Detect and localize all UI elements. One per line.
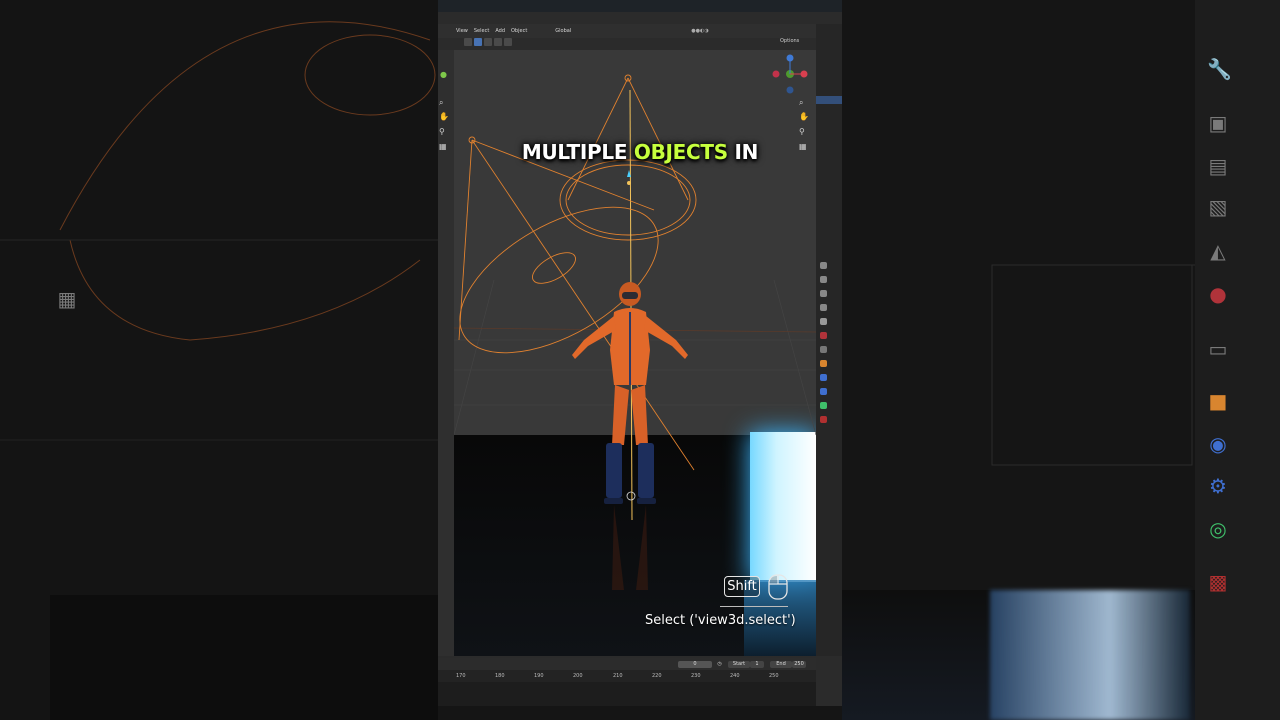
tick-label: 220 — [652, 673, 662, 679]
physics-icon: ◉ — [1209, 432, 1227, 456]
current-frame-field[interactable]: 0 — [678, 661, 712, 668]
view-layer-tab-icon[interactable] — [820, 304, 827, 311]
object-tab-icon[interactable] — [820, 360, 827, 367]
physics-tab-icon[interactable] — [820, 374, 827, 381]
mouse-left-click-icon — [768, 574, 788, 600]
object-origin-icon[interactable]: ● — [440, 70, 447, 79]
tick-label: 250 — [769, 673, 779, 679]
collection-tab-icon[interactable] — [820, 346, 827, 353]
clock-icon[interactable]: ◷ — [716, 661, 723, 668]
shift-key-badge: Shift — [724, 576, 760, 597]
zoom-icon[interactable]: ⌕ — [799, 98, 803, 107]
tick-label: 230 — [691, 673, 701, 679]
keystroke-divider — [720, 606, 788, 607]
light-tab-icon[interactable] — [820, 402, 827, 409]
menu-view[interactable]: View — [456, 28, 468, 34]
printer-icon: ▤ — [1208, 154, 1228, 178]
scene-tab-icon[interactable] — [820, 318, 827, 325]
world-tab-icon[interactable] — [820, 332, 827, 339]
light-data-icon: ◎ — [1209, 517, 1227, 541]
3d-cursor — [626, 491, 636, 501]
timeline-ruler[interactable]: 170 180 190 200 210 220 230 240 250 — [438, 670, 816, 682]
left-hand-icon[interactable]: ✋ — [439, 112, 449, 121]
render-tab-icon[interactable] — [820, 276, 827, 283]
start-label: Start — [728, 661, 750, 668]
caption-text-2: IN — [727, 140, 759, 164]
select-tool-button[interactable] — [464, 38, 472, 46]
image-icon: ▧ — [1208, 195, 1228, 219]
background-light-glow — [990, 590, 1190, 720]
operator-name: Select ('view3d.select') — [645, 613, 796, 628]
world-icon: ● — [1209, 282, 1227, 306]
caption-text-1: MULTIPLE — [521, 140, 634, 164]
object-icon: ■ — [1208, 389, 1228, 413]
constraint-icon: ⚙ — [1209, 474, 1227, 498]
mode-button-3[interactable] — [494, 38, 502, 46]
wrench-icon: 🔧 — [1207, 57, 1232, 81]
end-label: End — [770, 661, 792, 668]
menu-select[interactable]: Select — [474, 28, 489, 34]
timeline-header: 0 ◷ Start 1 End 250 — [438, 658, 816, 670]
tick-label: 190 — [534, 673, 544, 679]
tick-label: 200 — [573, 673, 583, 679]
tick-label: 210 — [613, 673, 623, 679]
end-frame-field[interactable]: 250 — [792, 661, 806, 668]
options-button[interactable]: Options — [780, 38, 799, 44]
mode-button-4[interactable] — [504, 38, 512, 46]
tool-row — [464, 38, 512, 48]
mode-button-2[interactable] — [484, 38, 492, 46]
blender-window: View Select Add Object Global ●●◐◑ Optio… — [438, 0, 842, 720]
texture-tab-icon[interactable] — [820, 416, 827, 423]
tick-label: 180 — [495, 673, 505, 679]
output-tab-icon[interactable] — [820, 290, 827, 297]
orientation-dropdown[interactable]: Global — [555, 28, 571, 34]
shading-buttons[interactable]: ●●◐◑ — [691, 28, 708, 34]
tick-label: 170 — [456, 673, 466, 679]
menu-add[interactable]: Add — [495, 28, 505, 34]
left-zoom-icon[interactable]: ⌕ — [439, 98, 443, 107]
checker-icon: ▦ — [57, 287, 77, 311]
tick-label: 240 — [730, 673, 740, 679]
video-caption: MULTIPLE OBJECTS IN — [438, 140, 842, 164]
tool-tab-icon[interactable] — [820, 262, 827, 269]
background-properties-panel: 🔧 ▣ ▤ ▧ ◭ ● ▭ ■ ◉ ⚙ ◎ ▩ — [1195, 0, 1280, 720]
top-bar — [438, 0, 842, 12]
camera-view-icon[interactable]: ⚲ — [799, 127, 805, 136]
menu-object[interactable]: Object — [511, 28, 527, 34]
constraint-tab-icon[interactable] — [820, 388, 827, 395]
outliner-selected-row[interactable] — [816, 96, 842, 104]
status-bar — [438, 706, 842, 720]
collection-icon: ▭ — [1208, 337, 1228, 361]
pan-hand-icon[interactable]: ✋ — [799, 112, 809, 121]
navigation-gizmo[interactable] — [770, 54, 810, 94]
timeline-body[interactable] — [438, 682, 816, 706]
properties-tabs — [818, 262, 828, 442]
start-frame-field[interactable]: 1 — [750, 661, 764, 668]
mode-button-1[interactable] — [474, 38, 482, 46]
caption-highlight: OBJECTS — [633, 140, 728, 164]
texture-icon: ▩ — [1208, 570, 1228, 594]
background-floor-left — [50, 595, 438, 720]
toolbox-icon: ▣ — [1208, 111, 1228, 135]
shapes-icon: ◭ — [1210, 239, 1226, 263]
viewport-header: View Select Add Object Global ●●◐◑ — [438, 24, 816, 38]
left-camera-icon[interactable]: ⚲ — [439, 127, 445, 136]
